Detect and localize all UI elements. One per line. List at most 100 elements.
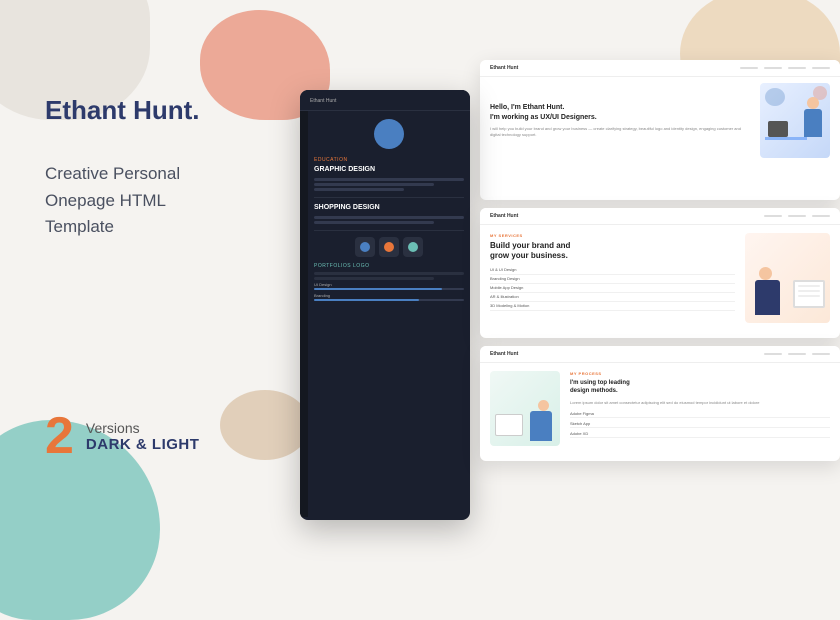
- brand-name-regular: Ethant: [45, 95, 133, 125]
- tagline: Creative Personal Onepage HTML Template: [45, 161, 285, 240]
- lt-services-nav-3: [812, 215, 830, 217]
- dark-icon-1: [355, 237, 375, 257]
- dark-content: Education GRAPHIC DESIGN SHOPPING DESIGN…: [308, 111, 470, 517]
- left-panel: Ethant Hunt. Creative Personal Onepage H…: [45, 95, 285, 462]
- version-label: Versions: [86, 420, 200, 436]
- lt-services-nav-1: [764, 215, 782, 217]
- lt-methods-illustration: [490, 371, 560, 446]
- lt-tool-1: Adobe Figma: [570, 410, 830, 418]
- dark-bar-2: [314, 183, 434, 186]
- dark-skill-fill-1: [314, 288, 442, 290]
- lt-methods-logo: Ethant Hunt: [490, 351, 518, 357]
- desk-illus: [765, 137, 807, 140]
- lt-methods-sub: Lorem ipsum dolor sit amet consectetur a…: [570, 400, 830, 406]
- lt-hero-text: Hello, I'm Ethant Hunt.I'm working as UX…: [490, 103, 752, 139]
- dark-sidebar-layout: Education GRAPHIC DESIGN SHOPPING DESIGN…: [300, 111, 470, 517]
- lt-services-title: Build your brand andgrow your business.: [490, 241, 735, 262]
- lt-hero-logo: Ethant Hunt: [490, 65, 518, 71]
- dark-bar-7: [314, 277, 434, 280]
- lt-methods-nav-2: [788, 353, 806, 355]
- version-row: 2 Versions DARK & LIGHT: [45, 410, 285, 462]
- lt-service-item-5: 3D Modeling & Motion: [490, 302, 735, 311]
- lt-hero-content: Hello, I'm Ethant Hunt.I'm working as UX…: [480, 77, 840, 164]
- brand-name-bold: Hunt.: [133, 95, 199, 125]
- dark-icon-3: [403, 237, 423, 257]
- version-text: Versions DARK & LIGHT: [86, 420, 200, 453]
- dark-graphic-label: GRAPHIC DESIGN: [314, 166, 464, 173]
- version-number: 2: [45, 410, 74, 462]
- template-light-methods: Ethant Hunt MY PROCESS I'm using top lea…: [480, 346, 840, 461]
- lt-methods-tag: MY PROCESS: [570, 371, 830, 376]
- dark-skill-track-1: [314, 288, 464, 290]
- dark-bar-5: [314, 221, 434, 224]
- lt-methods-content: MY PROCESS I'm using top leadingdesign m…: [480, 363, 840, 454]
- dark-logo: Ethant Hunt: [310, 98, 460, 104]
- dark-divider-2: [314, 230, 464, 231]
- lt-nav-dot-1: [740, 67, 758, 69]
- screen-bot-illus: [495, 414, 523, 436]
- person-head-illus: [807, 97, 819, 109]
- lt-methods-header: Ethant Hunt: [480, 346, 840, 363]
- lt-methods-nav: [764, 353, 830, 355]
- dark-icon-inner-3: [408, 242, 418, 252]
- lt-services-logo: Ethant Hunt: [490, 213, 518, 219]
- dark-divider-1: [314, 197, 464, 198]
- lt-services-content: MY SERVICES Build your brand andgrow you…: [480, 225, 840, 331]
- dark-profile-circle: [374, 119, 404, 149]
- board-line-3: [798, 295, 820, 297]
- dark-skill-1: UI Design: [314, 282, 464, 290]
- lt-tools-list: Adobe Figma Sketch App Adobe XD: [570, 410, 830, 438]
- light-previews: Ethant Hunt Hello, I'm Ethant Hunt.I'm w…: [480, 60, 840, 540]
- lt-services-header: Ethant Hunt: [480, 208, 840, 225]
- template-light-hero: Ethant Hunt Hello, I'm Ethant Hunt.I'm w…: [480, 60, 840, 200]
- figure-body-services: [755, 280, 780, 315]
- dark-skill-fill-2: [314, 299, 419, 301]
- lt-tool-2: Sketch App: [570, 420, 830, 428]
- dark-skill-label-2: Branding: [314, 293, 464, 298]
- dark-icon-inner-1: [360, 242, 370, 252]
- lt-services-nav: [764, 215, 830, 217]
- board-line-1: [798, 285, 820, 287]
- lt-hero-illustration: [760, 83, 830, 158]
- tagline-line2: Onepage HTML: [45, 188, 285, 214]
- lt-tool-3: Adobe XD: [570, 430, 830, 438]
- lt-services-illustration: [745, 233, 830, 323]
- dark-portfolio-label: Portfolios Logo: [314, 263, 464, 269]
- dark-bar-4: [314, 216, 464, 219]
- lt-methods-nav-1: [764, 353, 782, 355]
- lt-hero-header: Ethant Hunt: [480, 60, 840, 77]
- preview-area: Ethant Hunt Education GRAPHIC DESIGN SHO…: [300, 60, 840, 540]
- lt-services-tag: MY SERVICES: [490, 233, 735, 238]
- lt-service-item-3: Mobile App Design: [490, 284, 735, 293]
- monitor-illus: [768, 121, 788, 137]
- lt-service-item-2: Branding Design: [490, 275, 735, 284]
- lt-services-text: MY SERVICES Build your brand andgrow you…: [490, 233, 735, 311]
- dark-icon-2: [379, 237, 399, 257]
- board-illus: [793, 280, 825, 308]
- lt-service-item-1: UI & UI Design: [490, 266, 735, 275]
- dark-bar-6: [314, 272, 464, 275]
- lt-services-nav-2: [788, 215, 806, 217]
- brand-title: Ethant Hunt.: [45, 95, 285, 126]
- version-modes: DARK & LIGHT: [86, 436, 200, 453]
- lt-methods-text: MY PROCESS I'm using top leadingdesign m…: [570, 371, 830, 438]
- lt-nav-dot-2: [764, 67, 782, 69]
- dark-skill-track-2: [314, 299, 464, 301]
- lt-nav-dot-3: [788, 67, 806, 69]
- lt-service-item-4: AR & Illustration: [490, 293, 735, 302]
- lt-nav-dot-4: [812, 67, 830, 69]
- template-dark: Ethant Hunt Education GRAPHIC DESIGN SHO…: [300, 90, 470, 520]
- dark-education-label: Education: [314, 157, 464, 163]
- lt-methods-nav-3: [812, 353, 830, 355]
- lt-hero-title: Hello, I'm Ethant Hunt.I'm working as UX…: [490, 103, 752, 123]
- dark-skill-label-1: UI Design: [314, 282, 464, 287]
- dark-nav: [300, 111, 308, 517]
- template-light-services: Ethant Hunt MY SERVICES Build your brand…: [480, 208, 840, 338]
- lt-service-list: UI & UI Design Branding Design Mobile Ap…: [490, 266, 735, 311]
- dark-skill-2: Branding: [314, 293, 464, 301]
- lt-methods-title: I'm using top leadingdesign methods.: [570, 379, 830, 396]
- dark-bar-1: [314, 178, 464, 181]
- board-line-2: [798, 290, 820, 292]
- dark-bar-3: [314, 188, 404, 191]
- figure-head-methods: [538, 400, 549, 411]
